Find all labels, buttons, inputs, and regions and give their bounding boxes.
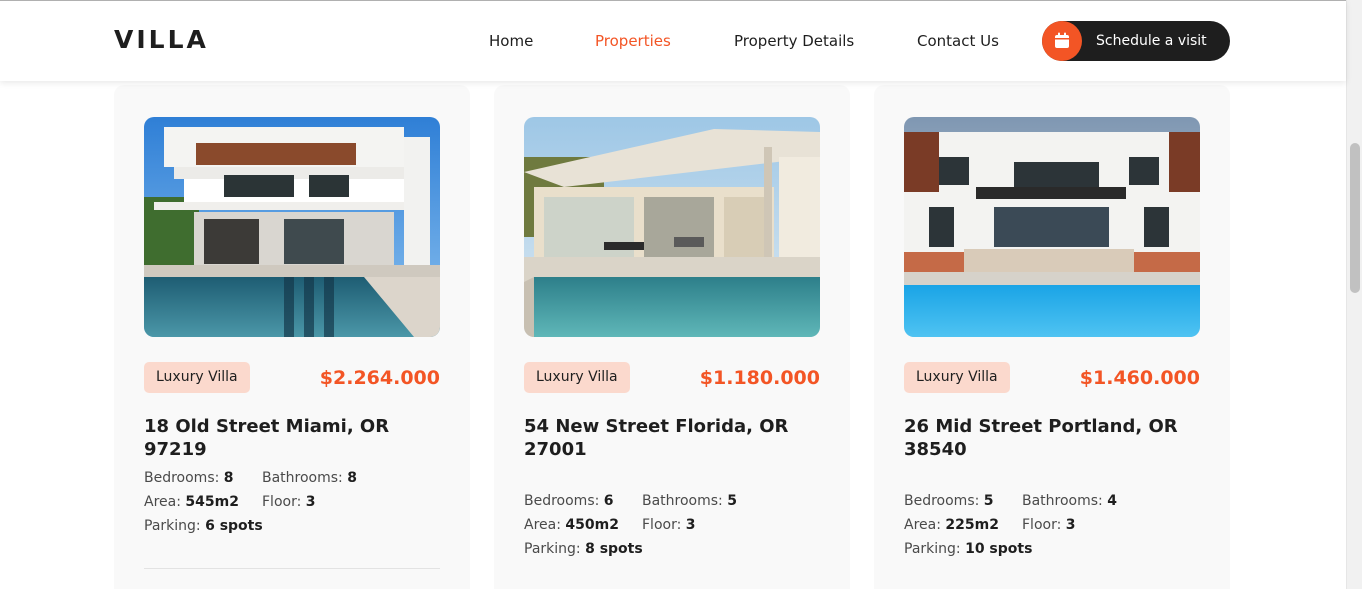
category-badge: Luxury Villa [144, 362, 250, 393]
spec-bedrooms: Bedrooms: 5 [904, 493, 994, 509]
property-address[interactable]: 54 New Street Florida, OR 27001 [524, 415, 814, 461]
property-specs: Bedrooms: 6 Bathrooms: 5 Area: 450m2 Floor… [524, 489, 820, 561]
property-image[interactable] [904, 117, 1200, 337]
page-scrollbar[interactable] [1346, 0, 1362, 589]
calendar-icon-badge [1042, 21, 1082, 61]
category-badge: Luxury Villa [904, 362, 1010, 393]
spec-area: Area: 225m2 [904, 517, 999, 533]
spec-parking: Parking: 8 spots [524, 541, 643, 557]
site-header: VILLA Home Properties Property Details C… [0, 0, 1346, 81]
site-logo[interactable]: VILLA [114, 25, 209, 54]
property-address[interactable]: 18 Old Street Miami, OR 97219 [144, 415, 434, 461]
nav-properties[interactable]: Properties [595, 32, 671, 50]
property-image[interactable] [524, 117, 820, 337]
spec-floor: Floor: 3 [642, 517, 696, 533]
schedule-visit-button[interactable]: Schedule a visit [1042, 21, 1230, 61]
spec-bathrooms: Bathrooms: 4 [1022, 493, 1117, 509]
property-price: $2.264.000 [319, 367, 440, 389]
scrollbar-thumb[interactable] [1350, 143, 1360, 293]
property-specs: Bedrooms: 8 Bathrooms: 8 Area: 545m2 Floor… [144, 466, 440, 538]
spec-bathrooms: Bathrooms: 5 [642, 493, 737, 509]
spec-parking: Parking: 10 spots [904, 541, 1033, 557]
spec-bathrooms: Bathrooms: 8 [262, 470, 357, 486]
spec-floor: Floor: 3 [262, 494, 316, 510]
property-card: Luxury Villa $1.460.000 26 Mid Street Po… [874, 85, 1230, 589]
property-card: Luxury Villa $1.180.000 54 New Street Fl… [494, 85, 850, 589]
property-image[interactable] [144, 117, 440, 337]
spec-bedrooms: Bedrooms: 6 [524, 493, 614, 509]
calendar-icon [1055, 32, 1069, 48]
spec-floor: Floor: 3 [1022, 517, 1076, 533]
property-card: Luxury Villa $2.264.000 18 Old Street Mi… [114, 85, 470, 589]
property-price: $1.460.000 [1079, 367, 1200, 389]
property-specs: Bedrooms: 5 Bathrooms: 4 Area: 225m2 Floor… [904, 489, 1200, 561]
category-badge: Luxury Villa [524, 362, 630, 393]
schedule-visit-label: Schedule a visit [1096, 33, 1207, 49]
spec-parking: Parking: 6 spots [144, 518, 263, 534]
nav-home[interactable]: Home [489, 32, 533, 50]
property-price: $1.180.000 [699, 367, 820, 389]
property-address[interactable]: 26 Mid Street Portland, OR 38540 [904, 415, 1194, 461]
spec-bedrooms: Bedrooms: 8 [144, 470, 234, 486]
card-divider [144, 568, 440, 569]
nav-contact-us[interactable]: Contact Us [917, 32, 999, 50]
spec-area: Area: 545m2 [144, 494, 239, 510]
spec-area: Area: 450m2 [524, 517, 619, 533]
nav-property-details[interactable]: Property Details [734, 32, 854, 50]
